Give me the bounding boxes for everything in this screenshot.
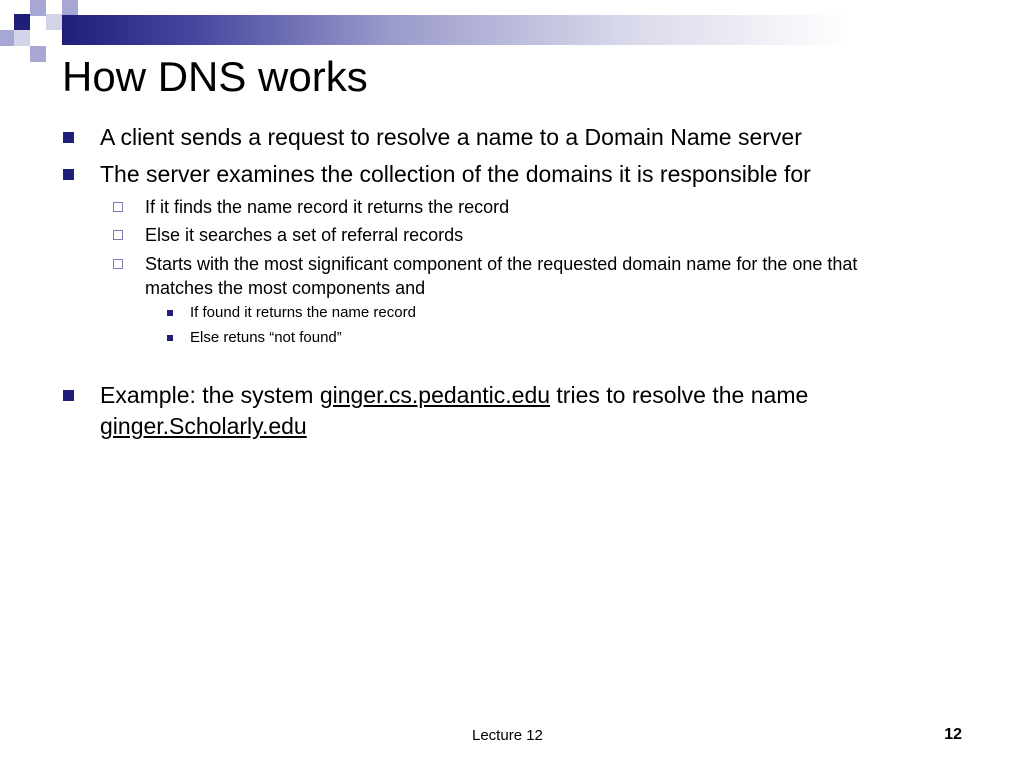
bullet-item: The server examines the collection of th… <box>100 161 811 187</box>
deco-square <box>46 14 62 30</box>
page-title: How DNS works <box>62 53 368 100</box>
deco-square <box>30 46 46 62</box>
hollow-square-bullet-icon <box>113 259 123 269</box>
sub-bullet-item-line: matches the most components and <box>145 278 426 298</box>
bullet-item: A client sends a request to resolve a na… <box>100 124 802 150</box>
square-bullet-icon <box>63 132 74 143</box>
deco-square <box>14 14 30 30</box>
sub-sub-bullet-item: If found it returns the name record <box>190 304 416 321</box>
header-gradient-bar <box>62 15 1024 45</box>
square-bullet-icon <box>63 390 74 401</box>
example-host-link[interactable]: ginger.cs.pedantic.edu <box>320 382 550 408</box>
small-square-bullet-icon <box>167 335 173 341</box>
page-number: 12 <box>944 726 962 743</box>
example-text: tries to resolve the name <box>550 382 809 408</box>
example-target-link[interactable]: ginger.Scholarly.edu <box>100 413 307 439</box>
sub-sub-bullet-item: Else retuns “not found” <box>190 329 342 346</box>
deco-square <box>30 0 46 16</box>
square-bullet-icon <box>63 169 74 180</box>
example-text: Example: the system <box>100 382 320 408</box>
footer-lecture: Lecture 12 <box>472 727 543 744</box>
sub-bullet-item: Else it searches a set of referral recor… <box>145 225 464 245</box>
bullet-item-example: Example: the system ginger.cs.pedantic.e… <box>100 380 980 442</box>
deco-square <box>62 0 78 16</box>
hollow-square-bullet-icon <box>113 202 123 212</box>
sub-bullet-item: If it finds the name record it returns t… <box>145 197 510 217</box>
small-square-bullet-icon <box>167 310 173 316</box>
sub-bullet-item-line: Starts with the most significant compone… <box>145 254 858 274</box>
deco-square <box>14 30 30 46</box>
hollow-square-bullet-icon <box>113 230 123 240</box>
